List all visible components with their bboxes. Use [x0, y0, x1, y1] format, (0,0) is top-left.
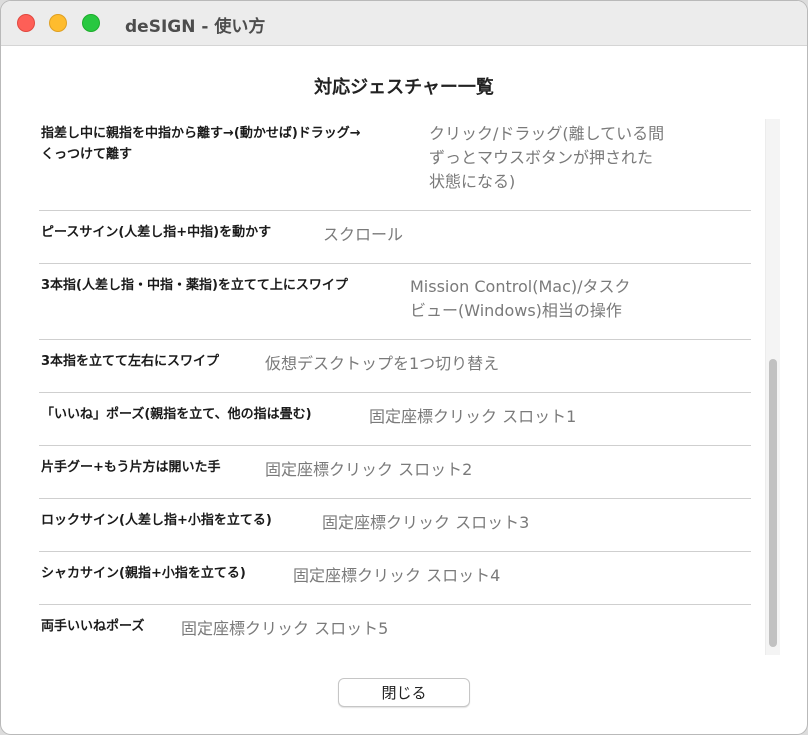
gesture-action: 固定座標クリック スロット4	[293, 566, 501, 585]
list-item: 指差し中に親指を中指から離す→(動かせば)ドラッグ→ くっつけて離す クリック/…	[39, 119, 751, 211]
close-window-button[interactable]	[17, 14, 35, 32]
scrollbar-track[interactable]	[765, 119, 780, 655]
gesture-label: 「いいね」ポーズ(親指を立て、他の指は畳む)	[41, 407, 312, 422]
list-item: 「いいね」ポーズ(親指を立て、他の指は畳む) 固定座標クリック スロット1	[39, 393, 751, 446]
gesture-action: スクロール	[323, 225, 404, 244]
gesture-label: 3本指を立てて左右にスワイプ	[41, 354, 220, 369]
gesture-action: 仮想デスクトップを1つ切り替え	[265, 354, 500, 373]
gesture-label: 指差し中に親指を中指から離す→(動かせば)ドラッグ→ くっつけて離す	[41, 126, 361, 162]
window-title: deSIGN - 使い方	[125, 17, 266, 37]
scrollbar-thumb[interactable]	[769, 359, 777, 647]
help-window: deSIGN - 使い方 対応ジェスチャー一覧 指差し中に親指を中指から離す→(…	[0, 0, 808, 735]
list-item: 3本指を立てて左右にスワイプ 仮想デスクトップを1つ切り替え	[39, 340, 751, 393]
gesture-label: 3本指(人差し指・中指・薬指)を立てて上にスワイプ	[41, 278, 348, 293]
list-item: シャカサイン(親指+小指を立てる) 固定座標クリック スロット4	[39, 552, 751, 605]
gesture-action: 固定座標クリック スロット1	[369, 407, 577, 426]
title-bar[interactable]: deSIGN - 使い方	[1, 1, 807, 46]
gesture-action: クリック/ドラッグ(離している間 ずっとマウスボタンが押された 状態になる)	[429, 124, 665, 191]
close-button[interactable]: 閉じる	[338, 678, 470, 707]
list-item: ロックサイン(人差し指+小指を立てる) 固定座標クリック スロット3	[39, 499, 751, 552]
page-title: 対応ジェスチャー一覧	[314, 77, 494, 98]
list-item: 両手いいねポーズ 固定座標クリック スロット5	[39, 605, 751, 655]
gesture-list[interactable]: 指差し中に親指を中指から離す→(動かせば)ドラッグ→ くっつけて離す クリック/…	[39, 119, 751, 655]
minimize-window-button[interactable]	[49, 14, 67, 32]
gesture-label: シャカサイン(親指+小指を立てる)	[41, 566, 246, 581]
list-item: 片手グー+もう片方は開いた手 固定座標クリック スロット2	[39, 446, 751, 499]
gesture-label: ロックサイン(人差し指+小指を立てる)	[41, 513, 272, 528]
gesture-action: 固定座標クリック スロット5	[181, 619, 389, 638]
gesture-label: 両手いいねポーズ	[41, 619, 145, 634]
gesture-label: 片手グー+もう片方は開いた手	[41, 460, 221, 475]
zoom-window-button[interactable]	[82, 14, 100, 32]
gesture-action: Mission Control(Mac)/タスク ビュー(Windows)相当の…	[410, 277, 631, 320]
list-item: ピースサイン(人差し指+中指)を動かす スクロール	[39, 211, 751, 264]
gesture-action: 固定座標クリック スロット2	[265, 460, 473, 479]
list-item: 3本指(人差し指・中指・薬指)を立てて上にスワイプ Mission Contro…	[39, 264, 751, 340]
gesture-action: 固定座標クリック スロット3	[322, 513, 530, 532]
gesture-label: ピースサイン(人差し指+中指)を動かす	[41, 225, 272, 240]
